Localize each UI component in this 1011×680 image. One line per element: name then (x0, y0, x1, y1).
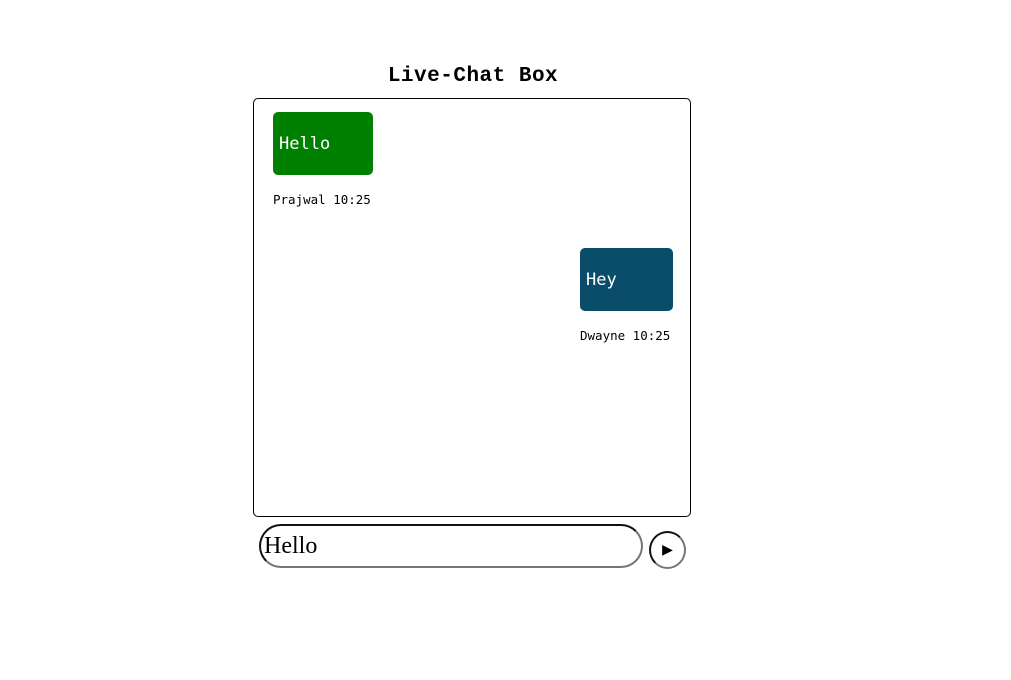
send-button[interactable]: ▶ (649, 531, 686, 569)
message-meta: Dwayne 10:25 (580, 328, 671, 343)
message-input[interactable] (261, 526, 641, 566)
page-title: Live-Chat Box (387, 65, 559, 88)
chat-messages-box[interactable]: Hello Prajwal 10:25 Hey Dwayne 10:25 (253, 98, 691, 517)
message-item: Hello Prajwal 10:25 (273, 112, 373, 207)
message-bubble: Hey (580, 248, 673, 311)
message-input-wrapper (259, 524, 643, 568)
play-triangle-icon: ▶ (662, 542, 673, 558)
message-meta: Prajwal 10:25 (273, 192, 371, 207)
message-item: Hey Dwayne 10:25 (580, 248, 673, 343)
message-bubble: Hello (273, 112, 373, 175)
